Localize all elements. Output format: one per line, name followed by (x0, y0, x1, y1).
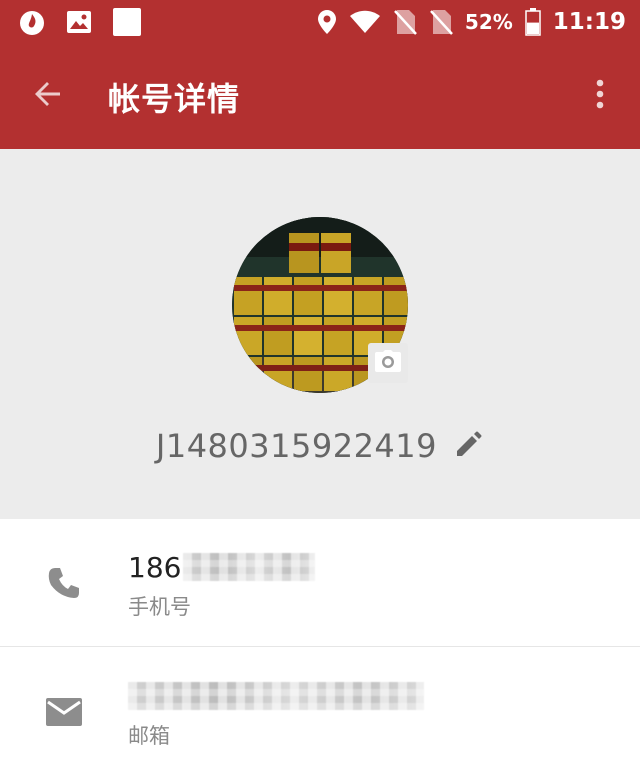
phone-value: 186 (128, 549, 316, 585)
phone-icon (44, 563, 84, 603)
app-flame-icon (18, 8, 46, 36)
email-obscured (128, 682, 424, 710)
more-vertical-icon (595, 78, 605, 114)
no-sim-icon (429, 9, 453, 35)
mail-icon (44, 692, 84, 732)
blank-notification-icon (112, 7, 142, 37)
change-photo-button[interactable] (368, 343, 408, 383)
profile-header: J1480315922419 (0, 149, 640, 519)
no-sim-icon (393, 9, 417, 35)
status-right-icons: 52% 11:19 (317, 6, 626, 38)
email-value (128, 678, 424, 714)
more-options-button[interactable] (578, 70, 622, 122)
image-notification-icon (66, 10, 92, 34)
phone-prefix: 186 (128, 550, 182, 584)
phone-row[interactable]: 186 手机号 (0, 519, 640, 647)
email-label: 邮箱 (128, 724, 170, 748)
location-icon (317, 9, 337, 35)
page-title: 帐号详情 (108, 80, 241, 118)
username-text: J1480315922419 (155, 427, 437, 465)
email-row[interactable]: 邮箱 (0, 648, 640, 773)
camera-icon (375, 350, 401, 376)
wifi-icon (349, 10, 381, 34)
status-left-icons (18, 6, 142, 38)
back-button[interactable] (22, 70, 74, 122)
battery-percent: 52% (464, 10, 513, 34)
status-bar: 52% 11:19 (0, 0, 640, 44)
phone-label: 手机号 (128, 595, 191, 619)
arrow-back-icon (32, 78, 64, 114)
username-row: J1480315922419 (0, 427, 640, 471)
pencil-icon[interactable] (454, 429, 484, 463)
app-toolbar: 帐号详情 (0, 44, 640, 149)
phone-obscured (183, 553, 316, 581)
status-clock: 11:19 (552, 9, 626, 35)
battery-icon (525, 8, 541, 36)
account-details-screen: 52% 11:19 帐号详情 J1480315922419 186 手机号 邮箱 (0, 0, 640, 773)
